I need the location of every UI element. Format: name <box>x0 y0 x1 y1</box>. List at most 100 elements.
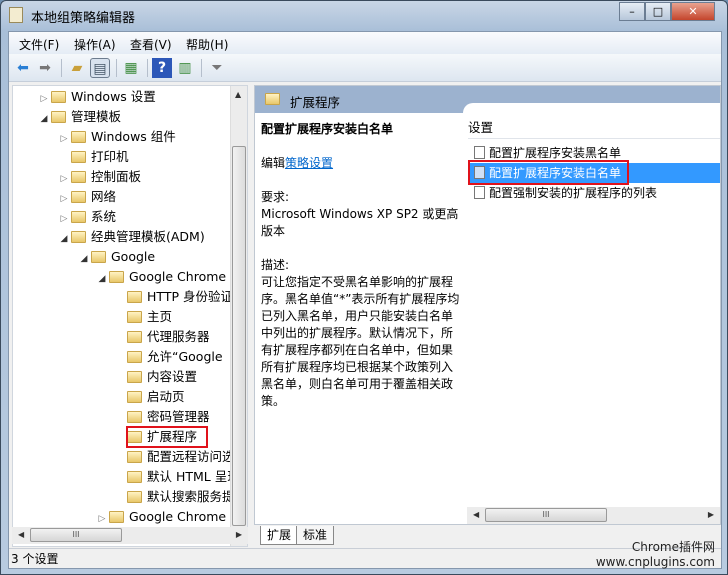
edit-policy-link[interactable]: 策略设置 <box>285 156 333 170</box>
show-hide-tree-icon[interactable]: ▤ <box>90 58 110 78</box>
description-label: 描述: <box>261 258 290 272</box>
tree-item[interactable]: 默认搜索服务提 <box>113 487 235 507</box>
tree-item[interactable]: 启动页 <box>113 387 185 407</box>
watermark: Chrome插件网 www.cnplugins.com <box>596 540 715 570</box>
tree-item[interactable]: 配置远程访问选 <box>113 447 235 467</box>
scrollbar-thumb[interactable]: III <box>485 508 607 522</box>
forward-arrow-icon[interactable]: ➡ <box>35 58 55 78</box>
expand-arrow-icon[interactable]: ▷ <box>37 89 51 109</box>
folder-icon <box>71 211 86 223</box>
tree-item-label: HTTP 身份验证 <box>147 289 233 304</box>
tree-item[interactable]: ◢ 经典管理模板(ADM) <box>57 227 205 247</box>
tree-horizontal-scrollbar[interactable]: ◀ III ▶ <box>12 527 248 544</box>
pane-header-title: 扩展程序 <box>290 95 341 110</box>
folder-icon <box>127 491 142 503</box>
tab-extended[interactable]: 扩展 <box>260 526 299 545</box>
tree-item-label: Windows 设置 <box>71 89 156 104</box>
tree-item-label: Windows 组件 <box>91 129 176 144</box>
policy-document-icon <box>474 146 485 159</box>
tab-standard[interactable]: 标准 <box>296 526 335 545</box>
expand-arrow-icon[interactable]: ▷ <box>57 169 71 189</box>
requirements-text: Microsoft Windows XP SP2 或更高版本 <box>261 207 459 238</box>
watermark-line1: Chrome插件网 <box>631 540 715 554</box>
tree-item-label: Google Chrome ( <box>129 509 235 524</box>
tree-item[interactable]: ▷ 网络 <box>57 187 116 207</box>
tree-item-label: 启动页 <box>147 389 185 404</box>
edit-label: 编辑 <box>261 156 286 170</box>
menu-action[interactable]: 操作(A) <box>74 36 116 53</box>
tree-item-label: 网络 <box>91 189 117 204</box>
folder-icon <box>71 131 86 143</box>
folder-icon <box>127 411 142 423</box>
menu-view[interactable]: 查看(V) <box>130 36 172 53</box>
tree-item[interactable]: ▷ 系统 <box>57 207 116 227</box>
tree-item-label: 内容设置 <box>147 369 198 384</box>
tree-item-label: 代理服务器 <box>147 329 210 344</box>
collapse-arrow-icon[interactable]: ◢ <box>95 269 109 289</box>
toolbar-separator <box>201 59 202 77</box>
tree-item[interactable]: HTTP 身份验证 <box>113 287 233 307</box>
tree-item[interactable]: ◢ Google <box>77 247 156 269</box>
close-button[interactable]: ✕ <box>671 2 715 21</box>
tree-item-label: 密码管理器 <box>147 409 210 424</box>
expand-arrow-icon[interactable]: ▷ <box>95 509 109 529</box>
description-text: 可让您指定不受黑名单影响的扩展程序。黑名单值“*”表示所有扩展程序均已列入黑名单… <box>261 275 460 408</box>
export-list-icon[interactable]: ▦ <box>121 58 141 78</box>
tree-item-label: 默认搜索服务提 <box>147 489 235 504</box>
folder-icon <box>127 391 142 403</box>
tree-item[interactable]: 代理服务器 <box>113 327 210 347</box>
back-arrow-icon[interactable]: ⬅ <box>13 58 33 78</box>
tree-item-label: Google Chrome <box>129 269 227 284</box>
tree-item[interactable]: 允许“Google <box>113 347 223 367</box>
list-horizontal-scrollbar[interactable]: ◀ III ▶ <box>467 507 720 524</box>
up-folder-icon[interactable]: ▰ <box>67 58 87 78</box>
menu-help[interactable]: 帮助(H) <box>186 36 228 53</box>
folder-icon <box>71 151 86 163</box>
watermark-line2: www.cnplugins.com <box>595 555 715 569</box>
folder-icon <box>51 91 66 103</box>
filter-icon[interactable]: ⏷ <box>207 58 227 78</box>
collapse-arrow-icon[interactable]: ◢ <box>37 109 51 129</box>
policy-editor-icon <box>9 7 23 23</box>
help-icon[interactable]: ? <box>152 58 172 78</box>
maximize-button[interactable]: □ <box>645 2 671 21</box>
tree-item[interactable]: 打印机 <box>57 147 129 167</box>
tree-item-label: Google <box>111 249 156 264</box>
scrollbar-thumb[interactable] <box>232 146 246 526</box>
tree-item-label: 管理模板 <box>71 109 122 124</box>
folder-icon <box>71 231 86 243</box>
show-action-pane-icon[interactable]: ▥ <box>175 58 195 78</box>
tree-item[interactable]: ◢ 管理模板 <box>37 107 121 127</box>
tree-item[interactable]: ▷ Google Chrome ( <box>95 507 235 527</box>
tree-item[interactable]: 内容设置 <box>113 367 197 387</box>
scrollbar-thumb[interactable]: III <box>30 528 122 542</box>
expand-arrow-icon[interactable]: ▷ <box>57 189 71 209</box>
tree-item[interactable]: 默认 HTML 呈现 <box>113 467 240 487</box>
toolbar-separator <box>147 59 148 77</box>
collapse-arrow-icon[interactable]: ◢ <box>77 249 91 269</box>
tree-vertical-scrollbar[interactable]: ▲ ▼ <box>230 86 247 546</box>
tree-item-label: 允许“Google <box>147 349 223 364</box>
highlight-box <box>468 160 629 185</box>
tree-item-label: 系统 <box>91 209 117 224</box>
tree-item[interactable]: 主页 <box>113 307 172 327</box>
tree-item[interactable]: ▷ Windows 组件 <box>57 127 176 147</box>
collapse-arrow-icon[interactable]: ◢ <box>57 229 71 249</box>
tree-item[interactable]: ▷ Windows 设置 <box>37 87 156 107</box>
menu-file[interactable]: 文件(F) <box>19 36 59 53</box>
window-title: 本地组策略编辑器 <box>31 11 136 26</box>
expand-arrow-icon[interactable]: ▷ <box>57 209 71 229</box>
folder-icon <box>71 171 86 183</box>
tree-item-label: 主页 <box>147 309 173 324</box>
list-item-label: 配置强制安装的扩展程序的列表 <box>489 186 658 200</box>
tree-item[interactable]: ◢ Google Chrome <box>95 267 227 289</box>
column-header-setting[interactable]: 设置 <box>468 117 720 139</box>
policy-title: 配置扩展程序安装白名单 <box>261 122 394 136</box>
list-item[interactable]: 配置强制安装的扩展程序的列表 <box>468 183 720 203</box>
tree-item-label: 控制面板 <box>91 169 142 184</box>
tree-item[interactable]: 密码管理器 <box>113 407 210 427</box>
tree-item[interactable]: ▷ 控制面板 <box>57 167 141 187</box>
expand-arrow-icon[interactable]: ▷ <box>57 129 71 149</box>
minimize-button[interactable]: – <box>619 2 645 21</box>
folder-icon <box>127 471 142 483</box>
